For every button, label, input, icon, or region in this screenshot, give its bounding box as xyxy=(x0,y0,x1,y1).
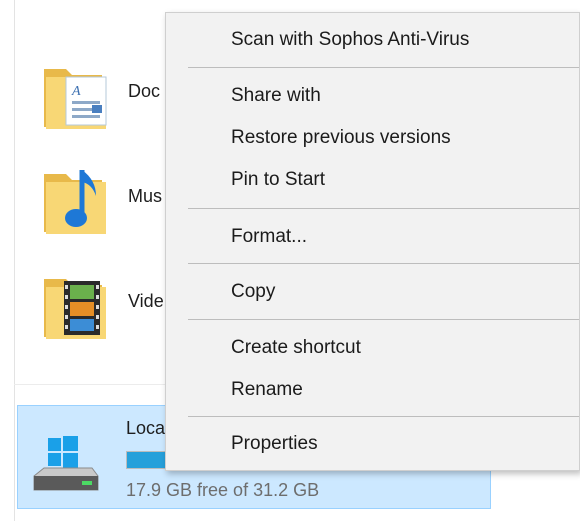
file-explorer-pane: A Doc Mus Vide Loca 17.9 GB free of 31.2… xyxy=(0,0,580,521)
menu-separator xyxy=(188,319,579,320)
menu-item-label: Rename xyxy=(231,379,303,400)
menu-item-create-shortcut[interactable]: Create shortcut xyxy=(166,329,579,369)
menu-item-label: Copy xyxy=(231,281,276,302)
svg-text:A: A xyxy=(71,84,81,99)
menu-item-label: Pin to Start xyxy=(231,169,325,190)
menu-item-copy[interactable]: Copy xyxy=(166,273,579,313)
context-menu: Scan with Sophos Anti-Virus Share with R… xyxy=(165,12,580,471)
music-folder-icon xyxy=(44,170,106,234)
menu-item-format[interactable]: Format... xyxy=(166,218,579,258)
menu-item-rename[interactable]: Rename xyxy=(166,371,579,411)
disk-free-space-text: 17.9 GB free of 31.2 GB xyxy=(126,480,320,500)
menu-item-restore-previous-versions[interactable]: Restore previous versions xyxy=(166,119,579,159)
documents-folder-label: Doc xyxy=(128,81,161,101)
menu-separator xyxy=(188,67,579,68)
local-disk-label: Loca xyxy=(126,418,166,438)
menu-item-label: Share with xyxy=(231,85,321,106)
navigation-pane-edge xyxy=(0,0,15,521)
music-folder-label: Mus xyxy=(128,186,163,206)
menu-item-label: Properties xyxy=(231,433,318,454)
menu-separator xyxy=(188,416,579,417)
local-disk-icon xyxy=(33,436,99,491)
menu-item-label: Scan with Sophos Anti-Virus xyxy=(231,29,470,50)
menu-item-pin-to-start[interactable]: Pin to Start xyxy=(166,161,579,201)
menu-item-properties[interactable]: Properties xyxy=(166,425,579,465)
videos-folder-icon xyxy=(44,279,106,339)
menu-separator xyxy=(188,208,579,209)
menu-item-scan-sophos[interactable]: Scan with Sophos Anti-Virus xyxy=(166,21,579,61)
menu-separator xyxy=(188,263,579,264)
documents-folder-icon: A xyxy=(44,69,107,129)
menu-item-share-with[interactable]: Share with xyxy=(166,77,579,117)
videos-folder-label: Vide xyxy=(128,291,164,311)
menu-item-label: Format... xyxy=(231,226,308,247)
menu-item-label: Restore previous versions xyxy=(231,127,451,148)
menu-item-label: Create shortcut xyxy=(231,337,361,358)
